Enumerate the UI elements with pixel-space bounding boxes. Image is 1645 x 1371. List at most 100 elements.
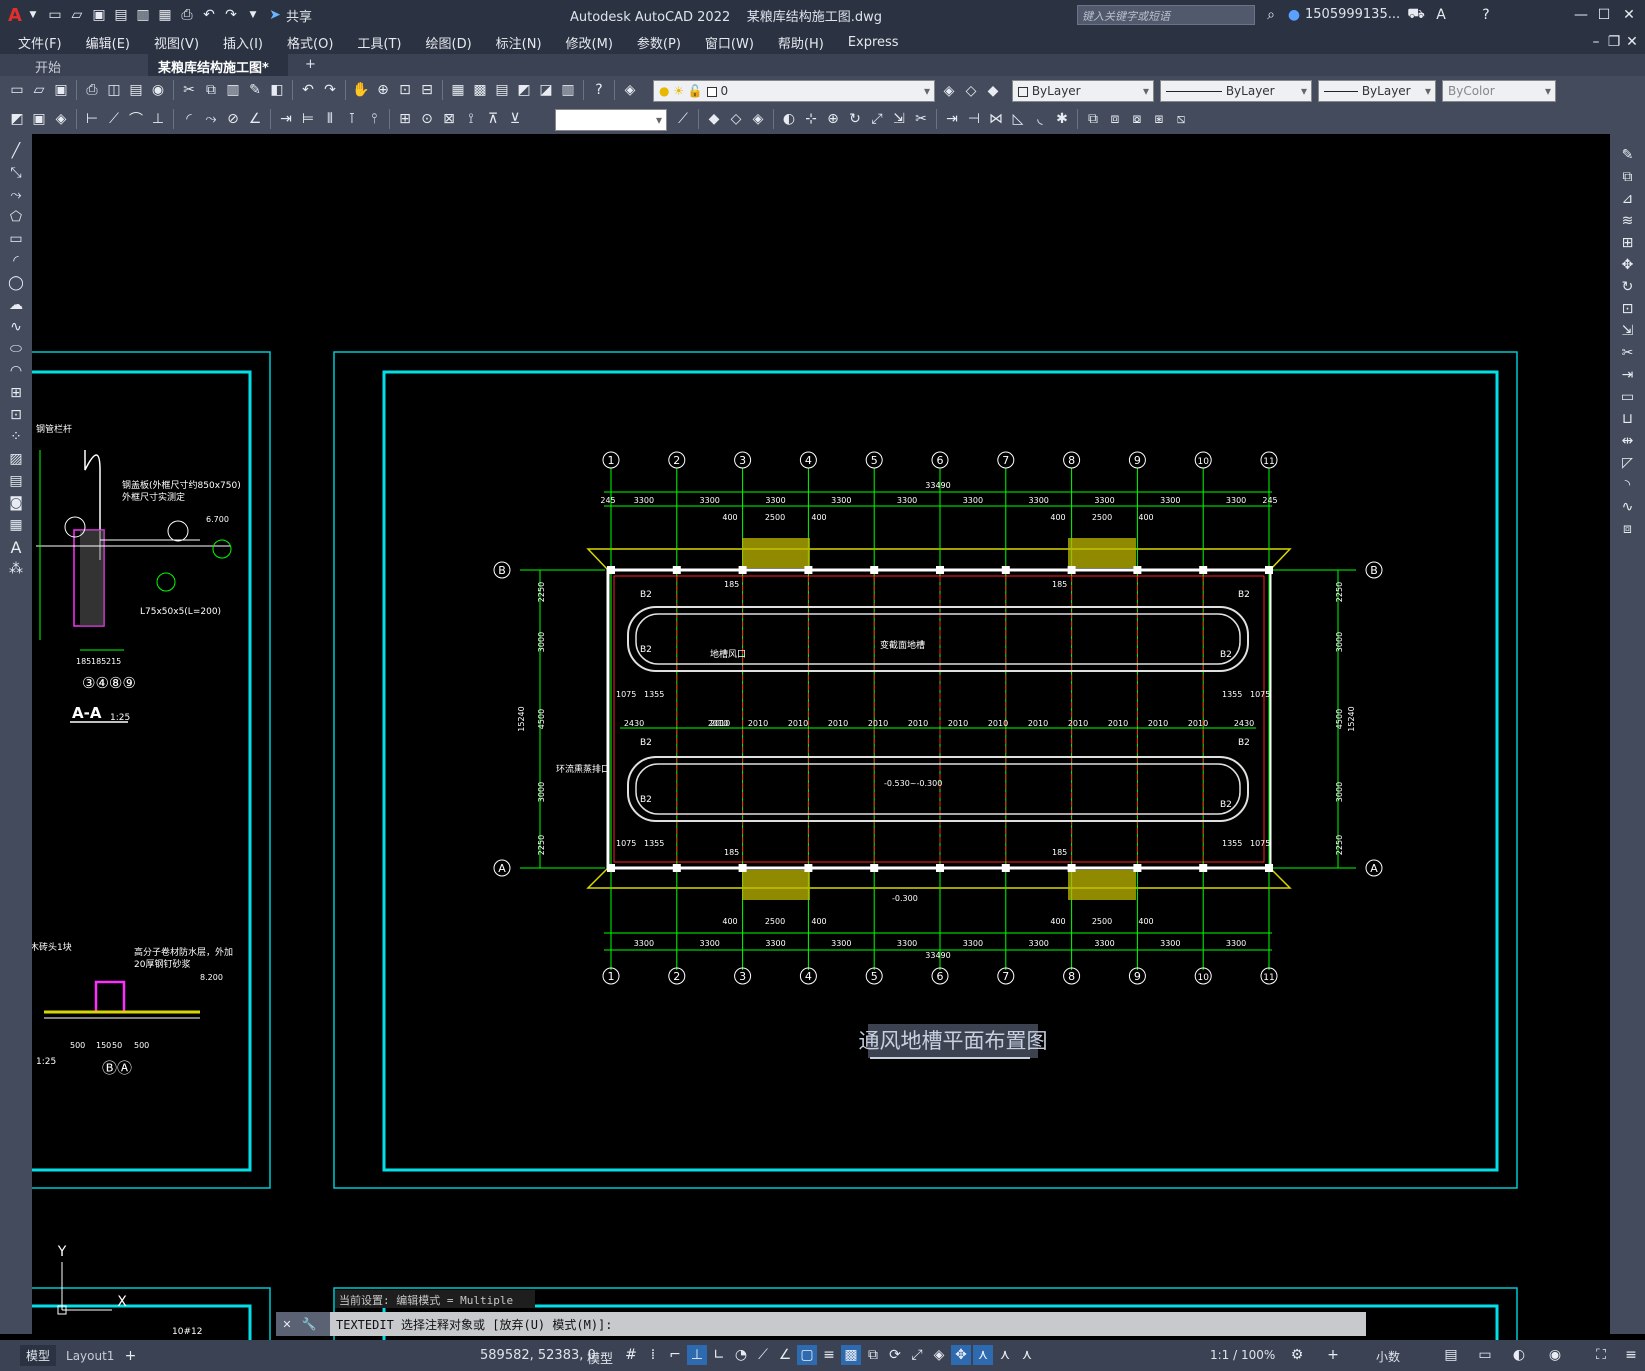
share-icon[interactable]: ➤ [265,5,285,25]
draworder-icon[interactable]: ⧉ [1083,109,1103,129]
radius-dim-icon[interactable]: ◜ [179,109,199,129]
redo-icon[interactable]: ↷ [320,80,340,100]
polar-icon[interactable]: ◔ [731,1345,751,1365]
annotation-scale[interactable]: 1:1 / 100% [1210,1348,1275,1362]
save-as-icon[interactable]: ▤ [111,5,131,25]
lineweight-dropdown[interactable]: ByLayer ▾ [1318,80,1436,102]
save-icon[interactable]: ▣ [89,5,109,25]
new-file-icon[interactable]: ▭ [45,5,65,25]
break-icon[interactable]: ⫯ [364,109,384,129]
circle-icon[interactable]: ◯ [6,273,26,293]
help-icon[interactable]: ? [1476,5,1496,25]
gear-icon[interactable]: ⚙ [1287,1345,1307,1365]
menu-format[interactable]: 格式(O) [275,33,345,52]
revcloud-icon[interactable]: ☁ [6,295,26,315]
doc-close-icon[interactable]: ✕ [1622,32,1642,52]
break-point-icon[interactable]: ⊣ [964,109,984,129]
model-space-button[interactable]: 模型 [587,1348,613,1367]
tab-start[interactable]: 开始 [25,54,143,76]
insert-block-icon[interactable]: ⊞ [6,383,26,403]
make-current-icon[interactable]: ◈ [939,81,959,101]
ellipse-icon[interactable]: ⬭ [6,339,26,359]
maximize-icon[interactable]: ☐ [1594,5,1614,25]
text-front-icon[interactable]: ⧆ [1149,109,1169,129]
diameter-icon[interactable]: ⊘ [223,109,243,129]
search-box[interactable]: 键入关键字或短语 [1077,5,1255,25]
mtext-icon[interactable]: A [6,537,26,557]
gizmo-icon[interactable]: ✥ [951,1345,971,1365]
design-center-icon[interactable]: ▩ [470,80,490,100]
cut-icon[interactable]: ✂ [179,80,199,100]
web-save-icon[interactable]: ▦ [155,5,175,25]
quick-properties-icon[interactable]: ▤ [1441,1345,1461,1365]
calculator-icon[interactable]: ▥ [558,80,578,100]
osnap-tracking-icon[interactable]: ∠ [775,1345,795,1365]
selection-cycling-icon[interactable]: ⧉ [863,1345,883,1365]
save-icon[interactable]: ▣ [51,80,71,100]
ortho-icon[interactable]: ∟ [709,1345,729,1365]
aligned-dim-icon[interactable]: ⟋ [104,109,124,129]
graphics-icon[interactable]: ◉ [1545,1345,1565,1365]
plot-icon[interactable]: ⎙ [82,80,102,100]
menu-help[interactable]: 帮助(H) [766,33,836,52]
user-icon[interactable]: ● [1284,5,1304,25]
arc-icon[interactable]: ◜ [6,251,26,271]
array-icon[interactable]: ⊹ [801,109,821,129]
explode-icon[interactable]: ✱ [1052,109,1072,129]
quick-dim-icon[interactable]: ⇥ [276,109,296,129]
trim-icon[interactable]: ✂ [911,109,931,129]
hatch-back-icon[interactable]: ⧅ [1171,109,1191,129]
undo-icon[interactable]: ↶ [298,80,318,100]
table-icon[interactable]: ▦ [6,515,26,535]
annotation-scale-icon[interactable]: ⋏ [1017,1345,1037,1365]
gradient-icon[interactable]: ▤ [6,471,26,491]
doc-restore-icon[interactable]: ❐ [1604,32,1624,52]
fillet-icon[interactable]: ◟ [1030,109,1050,129]
grid-icon[interactable]: # [621,1345,641,1365]
inspection-icon[interactable]: ⊠ [439,109,459,129]
menu-edit[interactable]: 编辑(E) [74,33,142,52]
zoom-realtime-icon[interactable]: ⊕ [373,80,393,100]
rotate-icon[interactable]: ↻ [845,109,865,129]
offset-icon[interactable]: ◐ [779,109,799,129]
customize-icon[interactable]: ▼ [243,5,263,25]
search-icon[interactable]: ⌕ [1261,5,1281,25]
lock-ui-icon[interactable]: ▭ [1475,1345,1495,1365]
array-icon[interactable]: ⊞ [1618,233,1638,253]
user-name[interactable]: 1505999135... [1305,7,1400,22]
menu-tools[interactable]: 工具(T) [345,33,413,52]
plus-icon[interactable]: + [1323,1345,1343,1365]
close-icon[interactable]: ✕ [1619,5,1639,25]
trim-icon[interactable]: ✂ [1618,343,1638,363]
rectangle-icon[interactable]: ▭ [6,229,26,249]
plotstyle-dropdown[interactable]: ByColor ▾ [1442,80,1556,102]
break-point-icon[interactable]: ▭ [1618,387,1638,407]
units-display[interactable]: 小数 [1376,1348,1400,1365]
layer-properties-icon[interactable]: ◈ [620,80,640,100]
join-icon[interactable]: ⇹ [1618,431,1638,451]
markup-icon[interactable]: ◪ [536,80,556,100]
explode-icon[interactable]: ⧈ [1618,519,1638,539]
auto-scale-icon[interactable]: ⋏ [995,1345,1015,1365]
drawing-canvas[interactable]: 1 2 3 4 5 6 7 8 9 10 11 1 2 3 4 5 6 7 8 9 10 11 B A B A 3349… [32,134,1610,1340]
tab-active-drawing[interactable]: 某粮库结构施工图* ✕ [148,54,288,91]
selection-filter-icon[interactable]: ◈ [929,1345,949,1365]
lineweight-icon[interactable]: ≡ [819,1345,839,1365]
mirror-icon[interactable]: ⊿ [1618,189,1638,209]
move-icon[interactable]: ⊕ [823,109,843,129]
offset-icon[interactable]: ≋ [1618,211,1638,231]
wrench-icon[interactable]: 🔧 [299,1314,319,1334]
menu-view[interactable]: 视图(V) [142,33,211,52]
help-icon[interactable]: ? [589,80,609,100]
send-back-icon[interactable]: ⧇ [1127,109,1147,129]
tab-layout1[interactable]: Layout1 [66,1349,114,1363]
chevron-down-icon[interactable]: ▼ [23,5,43,25]
command-line[interactable]: TEXTEDIT 选择注释对象或 [放弃(U) 模式(M)]: [330,1312,1366,1336]
layer-previous-icon[interactable]: ◇ [961,81,981,101]
3dprint-icon[interactable]: ◉ [148,80,168,100]
break-icon[interactable]: ⊔ [1618,409,1638,429]
construction-line-icon[interactable]: ⤡ [6,163,26,183]
doc-minimize-icon[interactable]: – [1586,32,1606,52]
layer-states-icon[interactable]: ◆ [983,81,1003,101]
copy-icon[interactable]: ⧉ [201,80,221,100]
